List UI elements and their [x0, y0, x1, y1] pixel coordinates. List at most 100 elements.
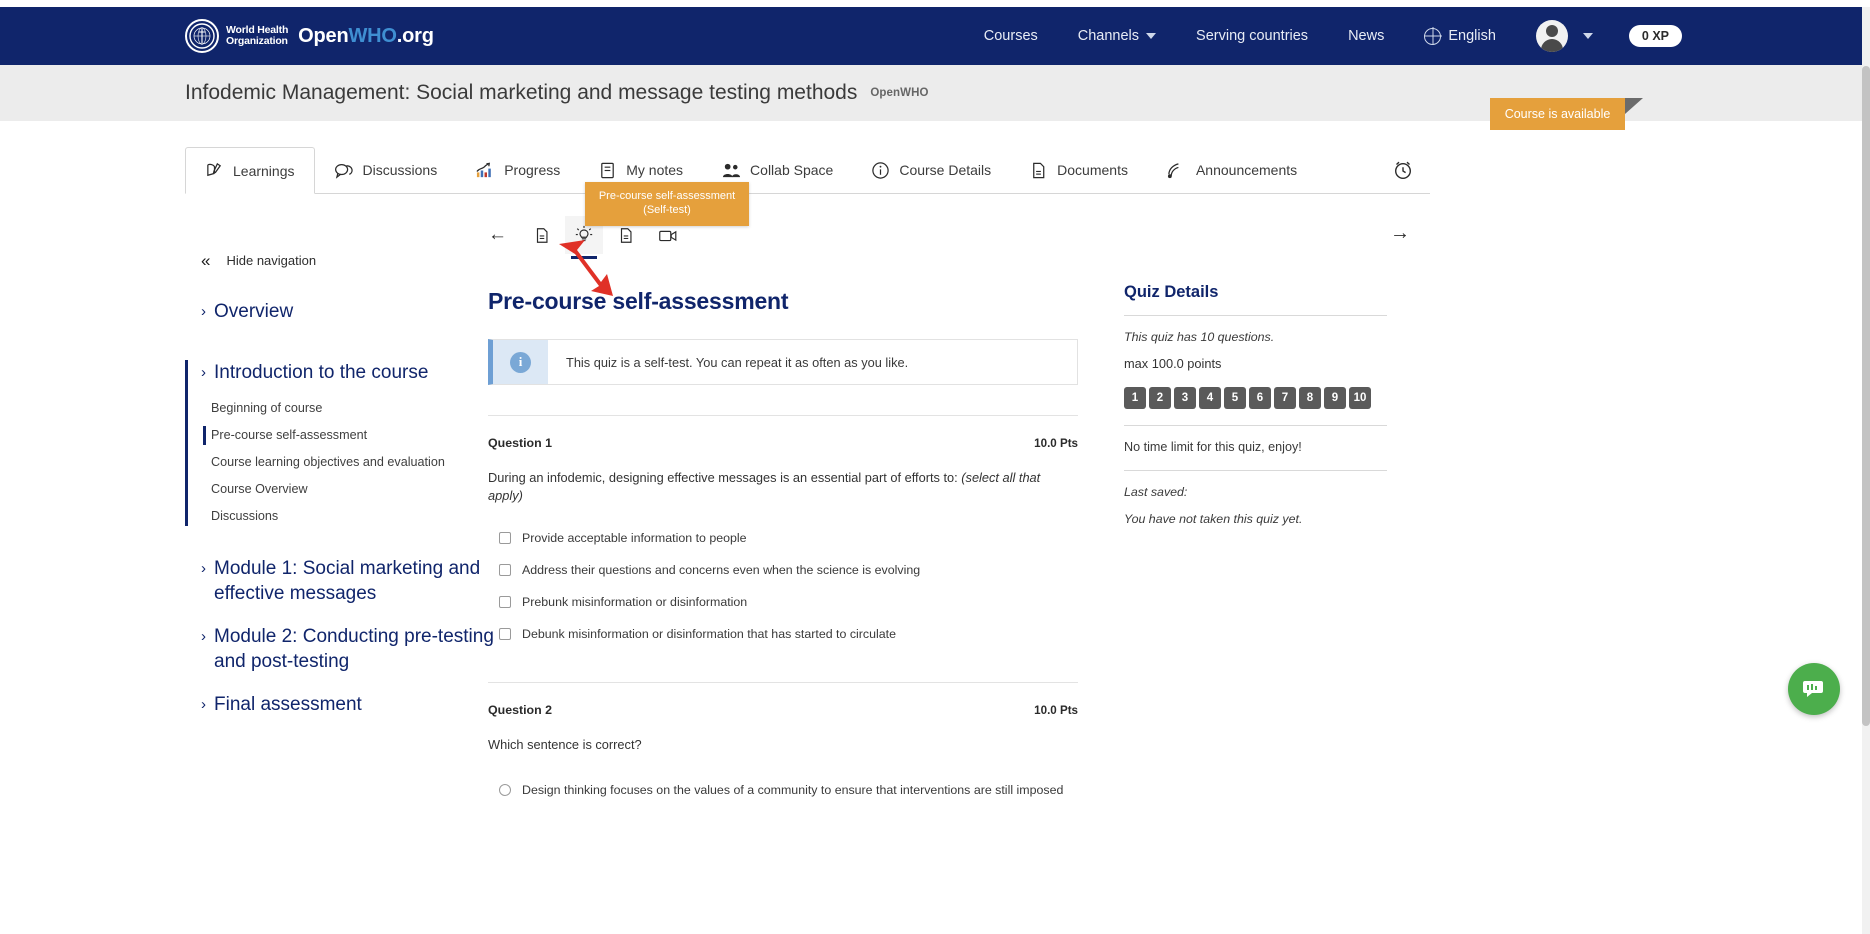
nav-link-news[interactable]: News [1348, 28, 1384, 44]
sidebar-group-introduction[interactable]: › Introduction to the course Beginning o… [185, 356, 510, 530]
status-badge: Course is available [1490, 98, 1625, 130]
alert-message: This quiz is a self-test. You can repeat… [566, 354, 909, 370]
question-number-list: 1 2 3 4 5 6 7 8 9 10 [1124, 387, 1387, 425]
globe-icon [1424, 27, 1442, 45]
tab-learnings[interactable]: Learnings [185, 147, 315, 194]
sidebar-group-overview[interactable]: › Overview [185, 295, 510, 334]
hide-navigation-button[interactable]: « Hide navigation [185, 252, 510, 269]
arrow-left-icon[interactable]: ← [488, 224, 507, 246]
arrow-right-icon[interactable]: → [1390, 222, 1410, 245]
sidebar-item-course-learning-objectives[interactable]: Course learning objectives and evaluatio… [201, 449, 510, 476]
sidebar-group-overview-header[interactable]: › Overview [201, 295, 510, 334]
self-test-alert: i This quiz is a self-test. You can repe… [488, 339, 1078, 385]
question-number-button[interactable]: 10 [1349, 387, 1371, 409]
chat-support-button[interactable] [1788, 663, 1840, 715]
question-number-button[interactable]: 8 [1299, 387, 1321, 409]
checkbox-icon[interactable] [499, 628, 511, 640]
nav-courses-label: Courses [983, 28, 1038, 44]
page-title: Infodemic Management: Social marketing a… [185, 81, 858, 104]
xp-badge[interactable]: 0 XP [1628, 25, 1682, 47]
page-scrollbar-thumb[interactable] [1862, 66, 1870, 726]
chevron-down-icon [1582, 33, 1593, 39]
chevron-right-icon: › [201, 364, 206, 381]
question-number-button[interactable]: 3 [1174, 387, 1196, 409]
chat-bubble-icon [1803, 681, 1823, 697]
nav-link-serving-countries[interactable]: Serving countries [1196, 28, 1308, 44]
sidebar-item-pre-course-self-assessment[interactable]: Pre-course self-assessment [201, 422, 510, 449]
radio-icon[interactable] [499, 784, 511, 796]
reminder-clock-icon [1394, 161, 1412, 180]
sidebar-group-module-1[interactable]: › Module 1: Social marketing and effecti… [185, 552, 510, 616]
question-1-points: 10.0 Pts [1034, 437, 1078, 450]
question-number-button[interactable]: 9 [1324, 387, 1346, 409]
question-number-button[interactable]: 4 [1199, 387, 1221, 409]
sidebar-item-beginning-of-course[interactable]: Beginning of course [201, 395, 510, 422]
question-2-header: Question 2 10.0 Pts [488, 683, 1078, 717]
question-1-header: Question 1 10.0 Pts [488, 416, 1078, 450]
nav-link-channels[interactable]: Channels [1078, 28, 1157, 44]
tab-progress[interactable]: Progress [456, 147, 579, 194]
site-name-prefix: Open [298, 24, 349, 47]
hide-navigation-label: Hide navigation [226, 253, 317, 268]
sidebar-group-introduction-header[interactable]: › Introduction to the course [201, 356, 510, 395]
question-number-button[interactable]: 2 [1149, 387, 1171, 409]
site-name-suffix: .org [396, 24, 434, 47]
info-icon [872, 161, 890, 179]
sidebar-group-final-assessment-header[interactable]: › Final assessment [201, 688, 510, 727]
tab-course-details[interactable]: Course Details [852, 147, 1010, 194]
checkbox-icon[interactable] [499, 564, 511, 576]
site-name-highlight: WHO [348, 24, 397, 47]
option-row[interactable]: Debunk misinformation or disinformation … [488, 618, 1078, 650]
discussions-icon [334, 163, 353, 179]
main-content: ← Pre-course self-assessment i This quiz… [488, 215, 1078, 806]
option-row[interactable]: Prebunk misinformation or disinformation [488, 586, 1078, 618]
checkbox-icon[interactable] [499, 532, 511, 544]
checkbox-icon[interactable] [499, 596, 511, 608]
chevron-double-left-icon: « [201, 251, 211, 270]
sidebar-item-course-overview[interactable]: Course Overview [201, 476, 510, 503]
sidebar-group-module-2-header[interactable]: › Module 2: Conducting pre-testing and p… [201, 620, 510, 684]
option-label: Provide acceptable information to people [522, 531, 747, 545]
question-number-button[interactable]: 7 [1274, 387, 1296, 409]
tab-announcements[interactable]: Announcements [1147, 147, 1316, 194]
progress-icon [476, 162, 491, 177]
learnings-icon [207, 162, 222, 177]
site-name[interactable]: OpenWHO.org [298, 25, 434, 48]
reminder-clock-button[interactable] [1373, 147, 1430, 194]
chevron-right-icon: › [201, 628, 206, 645]
quiz-questions-count: This quiz has 10 questions. [1124, 330, 1275, 344]
tab-discussions-label: Discussions [362, 162, 438, 178]
question-number-button[interactable]: 1 [1124, 387, 1146, 409]
question-1-stem: During an infodemic, designing effective… [488, 470, 962, 485]
sidebar-group-introduction-label: Introduction to the course [214, 362, 429, 383]
tab-discussions[interactable]: Discussions [315, 147, 457, 194]
pointer-arrow-annotation [559, 240, 613, 296]
tab-my-notes-label: My notes [626, 162, 684, 178]
nav-link-courses[interactable]: Courses [984, 28, 1038, 44]
availability-ribbon-fold [1625, 98, 1643, 130]
tab-documents[interactable]: Documents [1010, 147, 1147, 194]
language-selector[interactable]: English [1424, 27, 1496, 45]
question-number-button[interactable]: 6 [1249, 387, 1271, 409]
user-menu[interactable] [1535, 20, 1593, 52]
top-nav-links: Courses Channels Serving countries News … [944, 20, 1682, 52]
quiz-details-panel: Quiz Details This quiz has 10 questions.… [1124, 283, 1387, 526]
option-row[interactable]: Provide acceptable information to people [488, 522, 1078, 554]
top-navigation-bar: World Health Organization OpenWHO.org Co… [0, 7, 1862, 65]
brand-logo[interactable]: World Health Organization OpenWHO.org [185, 19, 434, 53]
tooltip-line-1: Pre-course self-assessment [598, 190, 736, 202]
sidebar-item-discussions[interactable]: Discussions [201, 503, 510, 530]
question-number-button[interactable]: 5 [1224, 387, 1246, 409]
quiz-max-points: max 100.0 points [1124, 356, 1222, 371]
option-row[interactable]: Design thinking focuses on the values of… [488, 774, 1078, 806]
option-row[interactable]: Address their questions and concerns eve… [488, 554, 1078, 586]
course-org-label: OpenWHO [870, 87, 929, 99]
course-navigation-sidebar: « Hide navigation › Overview › Introduct… [185, 252, 510, 731]
tab-announcements-label: Announcements [1195, 162, 1298, 178]
alert-icon-wrap: i [493, 340, 548, 384]
tab-progress-label: Progress [504, 162, 561, 178]
tab-collab-space-label: Collab Space [750, 162, 834, 178]
sidebar-group-module-2[interactable]: › Module 2: Conducting pre-testing and p… [185, 620, 510, 684]
sidebar-group-final-assessment[interactable]: › Final assessment [185, 688, 510, 727]
sidebar-group-module-1-header[interactable]: › Module 1: Social marketing and effecti… [201, 552, 510, 616]
